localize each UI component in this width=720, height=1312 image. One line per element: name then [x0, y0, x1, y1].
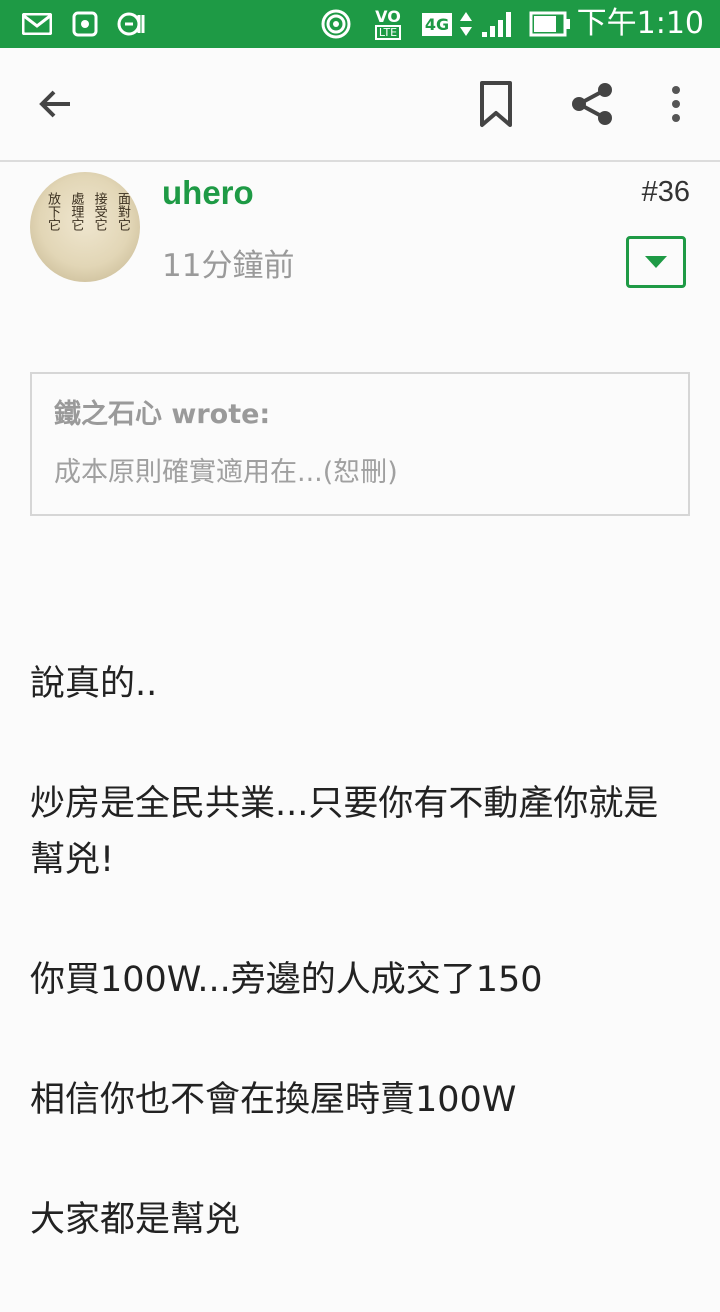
signal-icon: [478, 8, 518, 40]
back-arrow-icon[interactable]: [26, 74, 86, 134]
caret-down-icon: [645, 256, 667, 268]
network-label: 4G: [421, 12, 453, 36]
post-paragraph: 相信你也不會在換屋時賣100W: [30, 1080, 517, 1120]
data-arrows-icon: [458, 8, 474, 40]
volte-sub-label: LTE: [374, 24, 402, 40]
app-icon: [70, 8, 100, 40]
hotspot-icon: [320, 8, 352, 40]
post-paragraph: 炒房是全民共業...只要你有不動產你就是幫兇!: [30, 784, 659, 880]
bookmark-icon[interactable]: [466, 74, 526, 134]
avatar-calligraphy: 面對它 接受它 處理它 放下它: [44, 192, 130, 262]
post-body: 說真的.. 炒房是全民共業...只要你有不動產你就是幫兇! 你買100W...旁…: [30, 656, 690, 1312]
share-icon[interactable]: [562, 74, 622, 134]
nfc-icon: [116, 8, 150, 40]
username[interactable]: uhero: [162, 174, 254, 212]
avatar[interactable]: 面對它 接受它 處理它 放下它: [30, 172, 140, 282]
post-paragraph: 說真的..: [30, 664, 158, 704]
status-time: 下午1:10: [576, 6, 704, 41]
4g-icon: 4G: [420, 8, 454, 40]
quote-author: 鐵之石心 wrote:: [54, 399, 271, 430]
post-time: 11分鐘前: [162, 248, 295, 284]
post-paragraph: 大家都是幫兇: [30, 1200, 241, 1240]
post-number: #36: [641, 176, 690, 208]
avatar-text-1: 面對它: [114, 192, 130, 231]
app-bar: [0, 48, 720, 162]
volte-icon: VO LTE: [368, 8, 408, 40]
avatar-text-3: 處理它: [68, 192, 84, 231]
quote-block: 鐵之石心 wrote: 成本原則確實適用在...(恕刪): [30, 372, 690, 516]
post-options-dropdown[interactable]: [626, 236, 686, 288]
volte-label: VO: [375, 6, 401, 26]
post-paragraph: 你買100W...旁邊的人成交了150: [30, 960, 543, 1000]
gmail-icon: [20, 8, 54, 40]
status-bar: VO LTE 4G 下午1:10: [0, 0, 720, 48]
more-vert-icon[interactable]: [646, 74, 706, 134]
avatar-text-2: 接受它: [91, 192, 107, 231]
battery-icon: [528, 8, 572, 40]
quote-text: 成本原則確實適用在...(恕刪): [54, 457, 398, 488]
avatar-text-4: 放下它: [45, 192, 60, 231]
